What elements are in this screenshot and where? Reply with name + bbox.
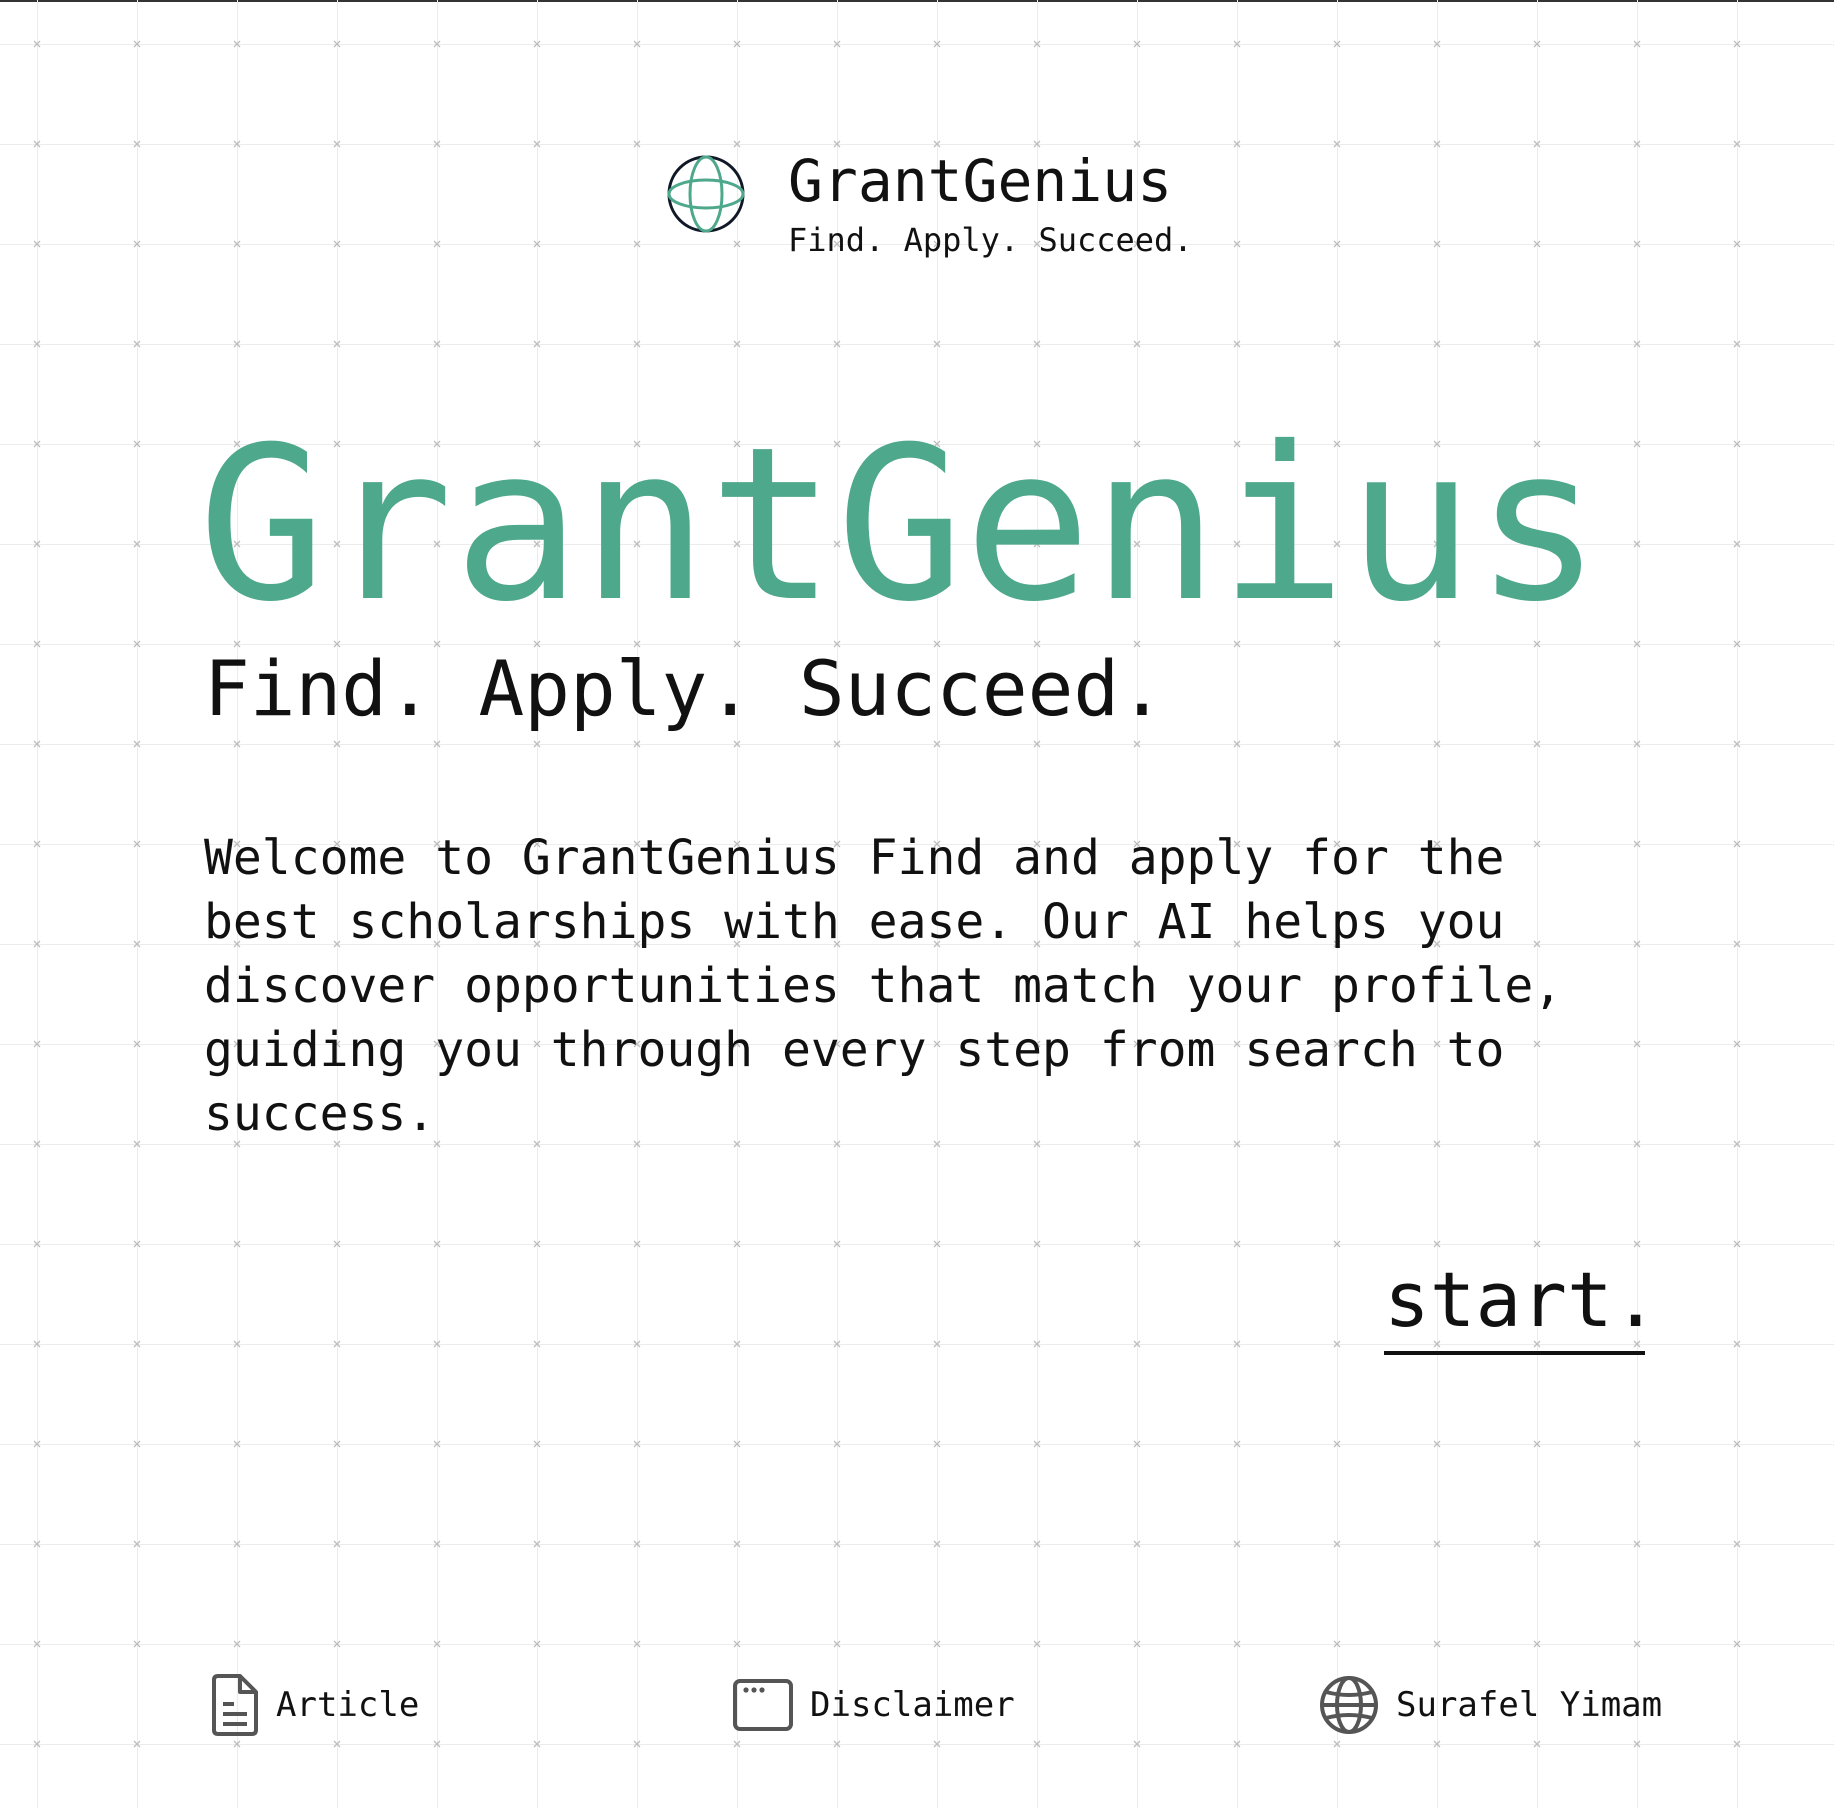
document-icon: [212, 1674, 258, 1736]
footer-link-disclaimer[interactable]: Disclaimer: [732, 1672, 1015, 1738]
footer-label-article: Article: [276, 1685, 420, 1725]
intro-paragraph: Welcome to GrantGenius Find and apply fo…: [204, 830, 1563, 1142]
globe-icon: [1320, 1676, 1378, 1734]
footer-label-author: Surafel Yimam: [1396, 1685, 1663, 1725]
browser-window-icon: [733, 1679, 793, 1731]
start-button[interactable]: start.: [1384, 1255, 1659, 1355]
brand-tagline: Find. Apply. Succeed.: [788, 221, 1193, 259]
site-header: GrantGenius Find. Apply. Succeed.: [666, 148, 1193, 260]
hero-subtitle: Find. Apply. Succeed.: [204, 644, 1165, 733]
footer-link-article[interactable]: Article: [210, 1672, 419, 1738]
brand-name[interactable]: GrantGenius: [788, 148, 1193, 214]
hero-title: GrantGenius: [198, 401, 1602, 648]
footer-link-author[interactable]: Surafel Yimam: [1318, 1672, 1662, 1738]
brand-block: GrantGenius Find. Apply. Succeed.: [788, 148, 1193, 260]
globe-logo-icon[interactable]: [666, 154, 746, 234]
footer-label-disclaimer: Disclaimer: [810, 1685, 1015, 1725]
